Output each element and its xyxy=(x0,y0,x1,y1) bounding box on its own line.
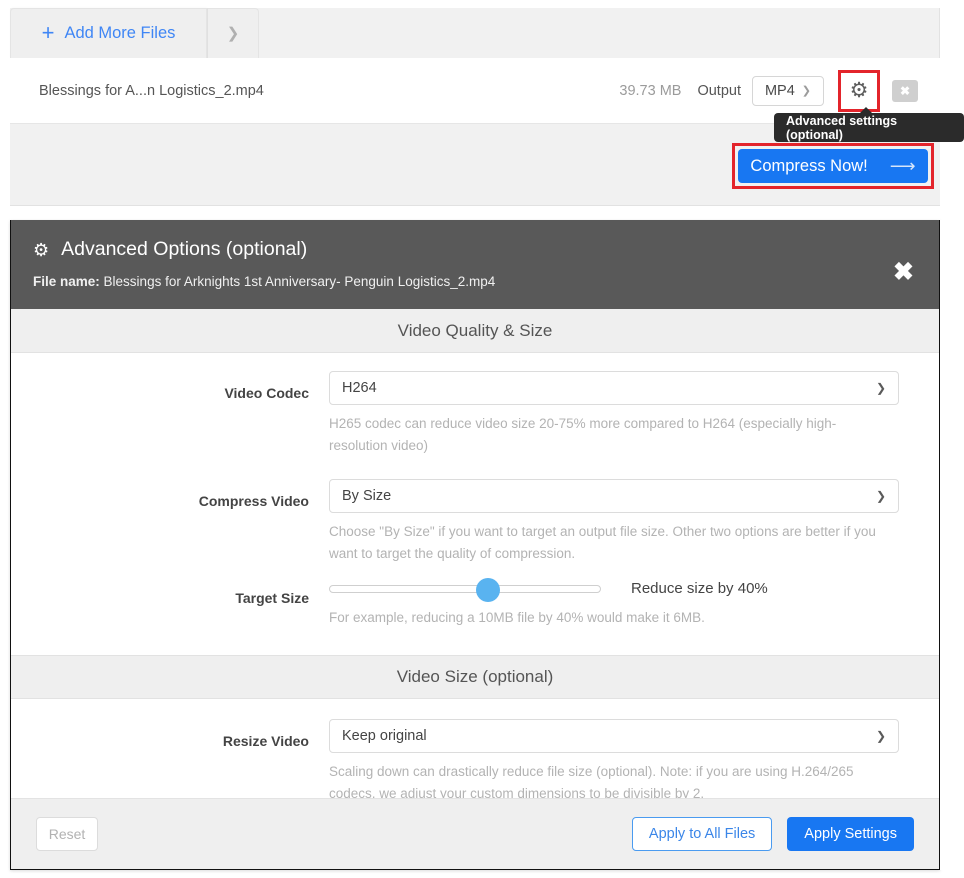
section-body-video-size: Resize Video Keep original ❯ Scaling dow… xyxy=(11,699,939,806)
advanced-settings-button[interactable]: ⚙ xyxy=(838,69,880,112)
compress-now-button[interactable]: Compress Now! ⟶ xyxy=(738,149,928,183)
advanced-options-modal: ⚙ Advanced Options (optional) File name:… xyxy=(10,220,940,870)
resize-video-value: Keep original xyxy=(342,728,427,745)
compress-video-select[interactable]: By Size ❯ xyxy=(329,478,899,513)
section-heading-video-size: Video Size (optional) xyxy=(11,655,939,700)
field-resize-video: Resize Video Keep original ❯ Scaling dow… xyxy=(11,699,939,805)
field-compress-video: Compress Video By Size ❯ Choose "By Size… xyxy=(11,457,939,565)
add-files-dropdown-button[interactable]: ❯ xyxy=(207,8,259,58)
resize-video-label: Resize Video xyxy=(222,733,309,750)
video-codec-help: H265 codec can reduce video size 20-75% … xyxy=(329,416,837,453)
compress-now-label: Compress Now! xyxy=(750,156,868,175)
apply-settings-button[interactable]: Apply Settings xyxy=(787,817,914,851)
page-right-margin xyxy=(940,220,964,870)
tooltip-arrow xyxy=(859,107,873,114)
close-icon: ✖ xyxy=(899,83,911,98)
video-codec-value: H264 xyxy=(342,380,377,396)
compress-video-value: By Size xyxy=(342,487,392,504)
uploader-toolbar: + Add More Files ❯ xyxy=(10,8,259,58)
modal-close-button[interactable]: ✖ xyxy=(893,260,914,285)
target-size-slider[interactable] xyxy=(329,577,601,602)
upload-panel: + Add More Files ❯ Blessings for A...n L… xyxy=(10,8,940,206)
output-format-select[interactable]: MP4 ❯ xyxy=(752,75,824,106)
apply-to-all-files-button[interactable]: Apply to All Files xyxy=(631,817,773,851)
target-size-slider-thumb[interactable] xyxy=(476,577,500,602)
file-name: Blessings for A...n Logistics_2.mp4 xyxy=(39,82,264,99)
section-body-video-quality: Video Codec H264 ❯ H265 codec can reduce… xyxy=(11,353,939,656)
arrow-right-icon: ⟶ xyxy=(889,156,916,176)
section-heading-video-quality: Video Quality & Size xyxy=(11,309,939,353)
modal-file-name: File name: Blessings for Arknights 1st A… xyxy=(33,274,939,289)
chevron-down-icon: ❯ xyxy=(226,25,240,42)
chevron-down-icon: ❯ xyxy=(875,729,886,744)
field-video-codec: Video Codec H264 ❯ H265 codec can reduce… xyxy=(11,353,939,457)
video-codec-select[interactable]: H264 ❯ xyxy=(329,371,899,405)
plus-icon: + xyxy=(41,19,55,45)
file-size: 39.73 MB xyxy=(619,82,682,99)
add-more-files-button[interactable]: + Add More Files xyxy=(10,8,207,58)
chevron-down-icon: ❯ xyxy=(801,85,812,97)
file-name-label: File name: xyxy=(33,274,100,289)
gear-icon: ⚙ xyxy=(33,239,50,260)
modal-title-row: ⚙ Advanced Options (optional) xyxy=(33,238,939,261)
output-format-value: MP4 xyxy=(764,82,795,99)
target-size-label: Target Size xyxy=(235,590,309,607)
chevron-down-icon: ❯ xyxy=(875,381,886,395)
modal-footer: Reset Apply to All Files Apply Settings xyxy=(11,798,939,869)
file-name-value: Blessings for Arknights 1st Anniversary-… xyxy=(103,274,496,289)
chevron-down-icon: ❯ xyxy=(875,488,886,503)
resize-video-select[interactable]: Keep original ❯ xyxy=(329,719,899,754)
app-root: + Add More Files ❯ Blessings for A...n L… xyxy=(0,0,964,878)
output-label: Output xyxy=(697,82,741,99)
gear-highlight-box xyxy=(838,69,880,112)
compress-video-label: Compress Video xyxy=(198,492,309,509)
target-size-help: For example, reducing a 10MB file by 40%… xyxy=(329,610,705,626)
modal-title: Advanced Options (optional) xyxy=(61,238,308,260)
add-more-files-label: Add More Files xyxy=(64,24,176,42)
compress-video-help: Choose "By Size" if you want to target a… xyxy=(329,523,876,561)
advanced-settings-tooltip: Advanced settings (optional) xyxy=(774,107,964,142)
video-codec-label: Video Codec xyxy=(224,385,309,401)
remove-file-button[interactable]: ✖ xyxy=(892,79,918,102)
field-target-size: Target Size Reduce size by 40% For examp… xyxy=(11,564,939,655)
modal-header: ⚙ Advanced Options (optional) File name:… xyxy=(11,220,939,309)
tooltip-text: Advanced settings (optional) xyxy=(786,113,898,142)
reset-button[interactable]: Reset xyxy=(36,817,98,851)
target-size-value: Reduce size by 40% xyxy=(631,580,768,598)
